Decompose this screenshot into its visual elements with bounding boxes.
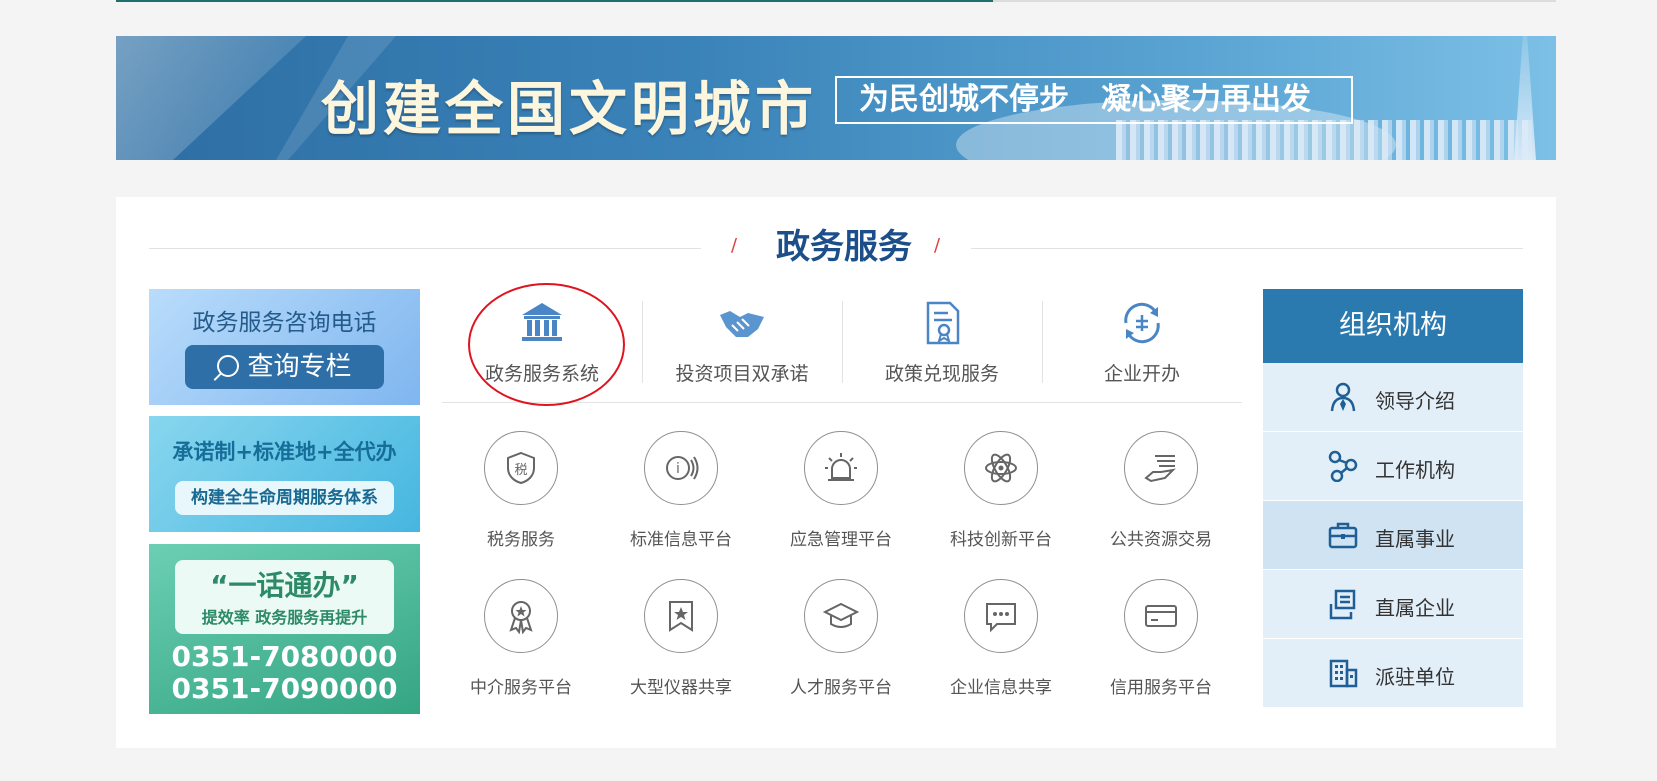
- featured-item-investment-dual-commitment[interactable]: 投资项目双承诺: [642, 289, 842, 402]
- service-item-talent[interactable]: 人才服务平台: [762, 579, 920, 709]
- office-building-icon: [1329, 659, 1358, 688]
- org-item-affiliated-enterprises[interactable]: 直属企业: [1263, 570, 1523, 639]
- header-divider-left: [149, 247, 701, 249]
- service-item-enterprise-info[interactable]: 企业信息共享: [922, 579, 1080, 709]
- tax-shield-icon: 税: [484, 431, 558, 505]
- org-item-work-agencies[interactable]: 工作机构: [1263, 432, 1523, 501]
- consult-hotline-promo[interactable]: 政务服务咨询电话 查询专栏: [149, 289, 420, 405]
- network-nodes-icon: [1328, 450, 1358, 482]
- top-progress-fill: [116, 0, 993, 2]
- banner-slogan: 为民创城不停步 凝心聚力再出发: [835, 76, 1353, 124]
- service-item-tax[interactable]: 税 税务服务: [442, 431, 600, 561]
- featured-item-enterprise-startup[interactable]: 企业开办: [1042, 289, 1242, 402]
- hand-document-icon: [1124, 431, 1198, 505]
- graduation-cap-icon: [804, 579, 878, 653]
- top-progress-strip: [116, 0, 1556, 2]
- service-label: 信用服务平台: [1110, 678, 1212, 698]
- org-item-affiliated-institutions[interactable]: 直属事业: [1263, 501, 1523, 570]
- consult-promo-title: 政务服务咨询电话: [192, 310, 377, 336]
- banner-tower: [1514, 36, 1536, 160]
- one-call-subtitle: 提效率 政务服务再提升: [201, 608, 368, 627]
- banner-title: 创建全国文明城市: [321, 75, 818, 143]
- org-item-label: 直属企业: [1375, 596, 1455, 620]
- section-title: 政务服务: [776, 227, 912, 267]
- award-ribbon-icon: [484, 579, 558, 653]
- one-call-title: “一话通办”: [210, 569, 359, 602]
- featured-item-policy-fulfillment[interactable]: 政策兑现服务: [842, 289, 1042, 402]
- service-label: 企业信息共享: [950, 678, 1052, 698]
- policy-document-icon: [926, 301, 960, 345]
- civilization-city-banner[interactable]: 创建全国文明城市 为民创城不停步 凝心聚力再出发: [116, 36, 1556, 160]
- org-item-label: 直属事业: [1375, 527, 1455, 551]
- star-bookmark-icon: [644, 579, 718, 653]
- handshake-icon: [720, 311, 764, 337]
- org-item-label: 派驻单位: [1375, 665, 1455, 689]
- hotline-phone-1: 0351-7080000: [171, 640, 398, 673]
- service-item-credit[interactable]: 信用服务平台: [1082, 579, 1240, 709]
- search-icon: [217, 355, 240, 377]
- one-call-card: “一话通办” 提效率 政务服务再提升: [175, 560, 394, 634]
- banner-skyline: [1116, 120, 1536, 160]
- service-label: 中介服务平台: [470, 678, 572, 698]
- section-header: / 政务服务 /: [149, 227, 1523, 267]
- credit-card-icon: [1124, 579, 1198, 653]
- svg-text:i: i: [676, 461, 680, 477]
- service-item-instrument-sharing[interactable]: 大型仪器共享: [602, 579, 760, 709]
- org-item-leadership[interactable]: 领导介绍: [1263, 363, 1523, 432]
- header-divider-right: [971, 247, 1523, 249]
- service-item-intermediary[interactable]: 中介服务平台: [442, 579, 600, 709]
- service-label: 科技创新平台: [950, 530, 1052, 550]
- service-label: 公共资源交易: [1110, 530, 1212, 550]
- briefcase-icon: [1328, 522, 1358, 549]
- org-item-stationed-units[interactable]: 派驻单位: [1263, 639, 1523, 708]
- featured-label: 企业开办: [1103, 363, 1180, 385]
- service-label: 人才服务平台: [790, 678, 892, 698]
- enterprise-cycle-icon: [1124, 302, 1160, 344]
- service-item-public-resource[interactable]: 公共资源交易: [1082, 431, 1240, 561]
- svg-text:税: 税: [514, 463, 527, 478]
- query-column-label: 查询专栏: [247, 352, 352, 382]
- banner-slogan-left: 为民创城不停步: [859, 82, 1069, 117]
- government-service-panel: / 政务服务 / 政务服务咨询电话 查询专栏 承诺制+标准地+全代办 构建全生命…: [116, 197, 1556, 748]
- org-item-label: 工作机构: [1375, 458, 1455, 482]
- organization-title: 组织机构: [1263, 289, 1523, 363]
- organization-sidebar: 组织机构 领导介绍 工作机构 直属事业 直属企业 派驻单位: [1263, 289, 1523, 709]
- leader-icon: [1330, 382, 1356, 412]
- org-item-label: 领导介绍: [1375, 389, 1455, 413]
- alarm-light-icon: [804, 431, 878, 505]
- featured-label: 政策兑现服务: [884, 363, 999, 385]
- service-item-tech-innovation[interactable]: 科技创新平台: [922, 431, 1080, 561]
- info-broadcast-icon: i: [644, 431, 718, 505]
- hotline-phone-2: 0351-7090000: [171, 672, 398, 705]
- service-item-emergency[interactable]: 应急管理平台: [762, 431, 920, 561]
- service-label: 标准信息平台: [630, 530, 732, 550]
- highlight-circle-annotation: [468, 283, 625, 406]
- service-label: 应急管理平台: [790, 530, 892, 550]
- query-column-button[interactable]: 查询专栏: [185, 345, 384, 389]
- featured-label: 投资项目双承诺: [675, 363, 809, 385]
- enterprise-folder-icon: [1329, 589, 1356, 620]
- atom-icon: [964, 431, 1038, 505]
- header-slash-left: /: [731, 235, 738, 256]
- chat-bubble-icon: [964, 579, 1038, 653]
- service-label: 税务服务: [487, 530, 555, 550]
- service-item-standard-info[interactable]: i 标准信息平台: [602, 431, 760, 561]
- lifecycle-promo-title: 承诺制+标准地+全代办: [172, 440, 397, 464]
- one-call-service-promo[interactable]: “一话通办” 提效率 政务服务再提升 0351-7080000 0351-709…: [149, 544, 420, 714]
- banner-decoration: [116, 36, 306, 160]
- banner-slogan-right: 凝心聚力再出发: [1101, 82, 1311, 117]
- lifecycle-service-promo[interactable]: 承诺制+标准地+全代办 构建全生命周期服务体系: [149, 416, 420, 532]
- header-slash-right: /: [934, 235, 941, 256]
- lifecycle-promo-subtitle: 构建全生命周期服务体系: [175, 481, 394, 515]
- service-label: 大型仪器共享: [630, 678, 732, 698]
